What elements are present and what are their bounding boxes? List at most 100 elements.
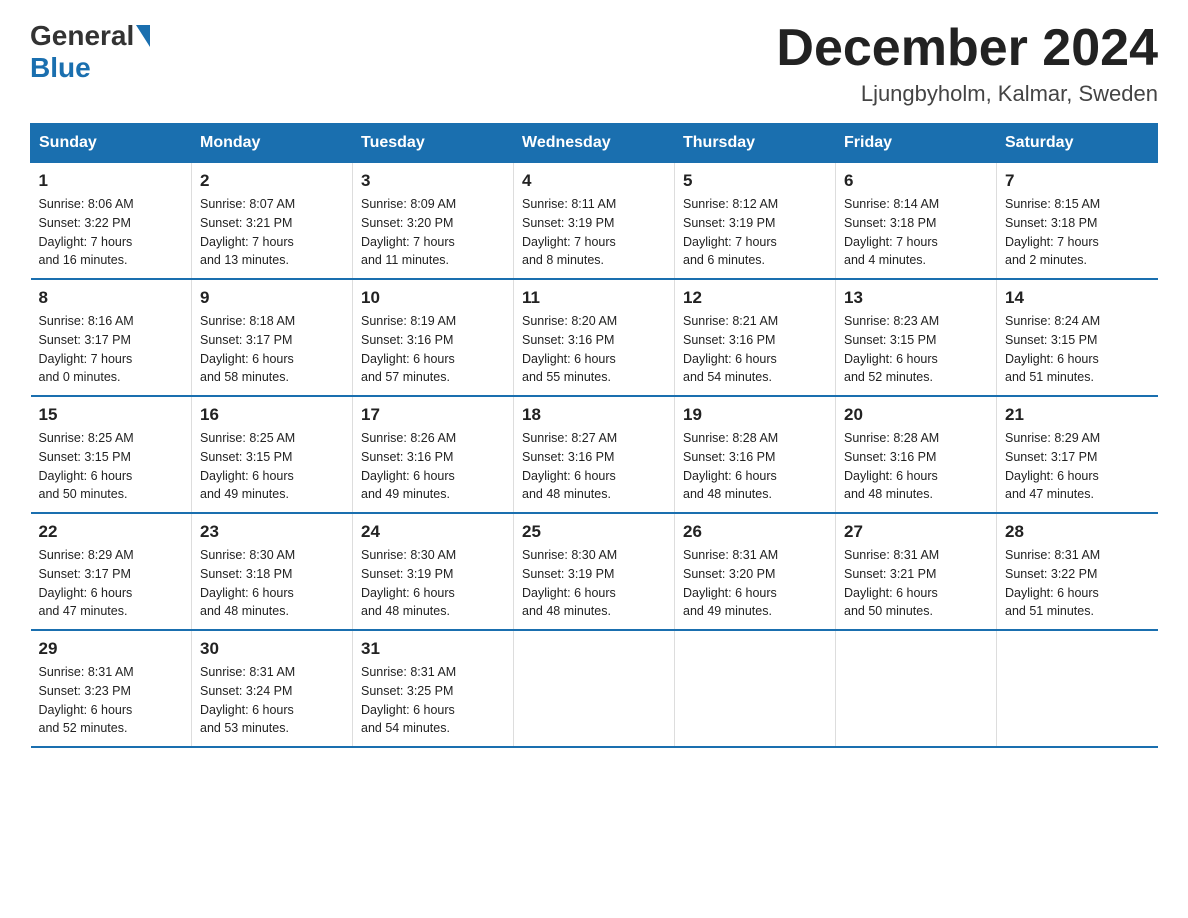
calendar-cell: [836, 630, 997, 747]
calendar-cell: 16 Sunrise: 8:25 AM Sunset: 3:15 PM Dayl…: [192, 396, 353, 513]
day-info: Sunrise: 8:16 AM Sunset: 3:17 PM Dayligh…: [39, 312, 184, 387]
logo-blue-text: Blue: [30, 52, 91, 84]
day-info: Sunrise: 8:31 AM Sunset: 3:24 PM Dayligh…: [200, 663, 344, 738]
calendar-cell: 14 Sunrise: 8:24 AM Sunset: 3:15 PM Dayl…: [997, 279, 1158, 396]
weekday-header-row: SundayMondayTuesdayWednesdayThursdayFrid…: [31, 124, 1158, 163]
day-number: 31: [361, 639, 505, 659]
day-info: Sunrise: 8:31 AM Sunset: 3:22 PM Dayligh…: [1005, 546, 1150, 621]
calendar-cell: 8 Sunrise: 8:16 AM Sunset: 3:17 PM Dayli…: [31, 279, 192, 396]
calendar-cell: 10 Sunrise: 8:19 AM Sunset: 3:16 PM Dayl…: [353, 279, 514, 396]
page-header: General Blue December 2024 Ljungbyholm, …: [30, 20, 1158, 107]
calendar-cell: 13 Sunrise: 8:23 AM Sunset: 3:15 PM Dayl…: [836, 279, 997, 396]
weekday-header-tuesday: Tuesday: [353, 124, 514, 163]
day-info: Sunrise: 8:28 AM Sunset: 3:16 PM Dayligh…: [683, 429, 827, 504]
location-subtitle: Ljungbyholm, Kalmar, Sweden: [776, 81, 1158, 107]
day-info: Sunrise: 8:30 AM Sunset: 3:19 PM Dayligh…: [522, 546, 666, 621]
calendar-cell: 25 Sunrise: 8:30 AM Sunset: 3:19 PM Dayl…: [514, 513, 675, 630]
day-number: 28: [1005, 522, 1150, 542]
weekday-header-saturday: Saturday: [997, 124, 1158, 163]
calendar-cell: 9 Sunrise: 8:18 AM Sunset: 3:17 PM Dayli…: [192, 279, 353, 396]
day-info: Sunrise: 8:24 AM Sunset: 3:15 PM Dayligh…: [1005, 312, 1150, 387]
calendar-cell: 20 Sunrise: 8:28 AM Sunset: 3:16 PM Dayl…: [836, 396, 997, 513]
day-info: Sunrise: 8:09 AM Sunset: 3:20 PM Dayligh…: [361, 195, 505, 270]
day-info: Sunrise: 8:18 AM Sunset: 3:17 PM Dayligh…: [200, 312, 344, 387]
day-number: 22: [39, 522, 184, 542]
calendar-cell: 17 Sunrise: 8:26 AM Sunset: 3:16 PM Dayl…: [353, 396, 514, 513]
calendar-cell: 27 Sunrise: 8:31 AM Sunset: 3:21 PM Dayl…: [836, 513, 997, 630]
day-number: 4: [522, 171, 666, 191]
week-row-4: 22 Sunrise: 8:29 AM Sunset: 3:17 PM Dayl…: [31, 513, 1158, 630]
day-number: 16: [200, 405, 344, 425]
weekday-header-friday: Friday: [836, 124, 997, 163]
calendar-cell: 12 Sunrise: 8:21 AM Sunset: 3:16 PM Dayl…: [675, 279, 836, 396]
calendar-cell: 21 Sunrise: 8:29 AM Sunset: 3:17 PM Dayl…: [997, 396, 1158, 513]
day-info: Sunrise: 8:30 AM Sunset: 3:18 PM Dayligh…: [200, 546, 344, 621]
day-info: Sunrise: 8:15 AM Sunset: 3:18 PM Dayligh…: [1005, 195, 1150, 270]
day-number: 26: [683, 522, 827, 542]
calendar-cell: 18 Sunrise: 8:27 AM Sunset: 3:16 PM Dayl…: [514, 396, 675, 513]
calendar-cell: 11 Sunrise: 8:20 AM Sunset: 3:16 PM Dayl…: [514, 279, 675, 396]
day-number: 6: [844, 171, 988, 191]
day-info: Sunrise: 8:07 AM Sunset: 3:21 PM Dayligh…: [200, 195, 344, 270]
logo-general-text: General: [30, 20, 134, 52]
calendar-cell: [997, 630, 1158, 747]
day-info: Sunrise: 8:28 AM Sunset: 3:16 PM Dayligh…: [844, 429, 988, 504]
week-row-5: 29 Sunrise: 8:31 AM Sunset: 3:23 PM Dayl…: [31, 630, 1158, 747]
day-number: 13: [844, 288, 988, 308]
calendar-cell: 24 Sunrise: 8:30 AM Sunset: 3:19 PM Dayl…: [353, 513, 514, 630]
day-number: 10: [361, 288, 505, 308]
calendar-cell: 19 Sunrise: 8:28 AM Sunset: 3:16 PM Dayl…: [675, 396, 836, 513]
logo: General Blue: [30, 20, 150, 84]
calendar-cell: 6 Sunrise: 8:14 AM Sunset: 3:18 PM Dayli…: [836, 163, 997, 280]
title-section: December 2024 Ljungbyholm, Kalmar, Swede…: [776, 20, 1158, 107]
day-number: 14: [1005, 288, 1150, 308]
day-info: Sunrise: 8:31 AM Sunset: 3:23 PM Dayligh…: [39, 663, 184, 738]
day-number: 3: [361, 171, 505, 191]
calendar-cell: 2 Sunrise: 8:07 AM Sunset: 3:21 PM Dayli…: [192, 163, 353, 280]
day-info: Sunrise: 8:26 AM Sunset: 3:16 PM Dayligh…: [361, 429, 505, 504]
day-number: 1: [39, 171, 184, 191]
day-number: 8: [39, 288, 184, 308]
day-info: Sunrise: 8:31 AM Sunset: 3:20 PM Dayligh…: [683, 546, 827, 621]
calendar-cell: 1 Sunrise: 8:06 AM Sunset: 3:22 PM Dayli…: [31, 163, 192, 280]
day-info: Sunrise: 8:21 AM Sunset: 3:16 PM Dayligh…: [683, 312, 827, 387]
day-number: 24: [361, 522, 505, 542]
day-number: 18: [522, 405, 666, 425]
day-number: 2: [200, 171, 344, 191]
calendar-cell: [514, 630, 675, 747]
day-info: Sunrise: 8:31 AM Sunset: 3:25 PM Dayligh…: [361, 663, 505, 738]
day-number: 7: [1005, 171, 1150, 191]
week-row-3: 15 Sunrise: 8:25 AM Sunset: 3:15 PM Dayl…: [31, 396, 1158, 513]
day-number: 15: [39, 405, 184, 425]
week-row-1: 1 Sunrise: 8:06 AM Sunset: 3:22 PM Dayli…: [31, 163, 1158, 280]
day-number: 9: [200, 288, 344, 308]
day-number: 12: [683, 288, 827, 308]
day-info: Sunrise: 8:12 AM Sunset: 3:19 PM Dayligh…: [683, 195, 827, 270]
month-title: December 2024: [776, 20, 1158, 77]
day-number: 17: [361, 405, 505, 425]
calendar-cell: 4 Sunrise: 8:11 AM Sunset: 3:19 PM Dayli…: [514, 163, 675, 280]
day-info: Sunrise: 8:11 AM Sunset: 3:19 PM Dayligh…: [522, 195, 666, 270]
calendar-cell: 29 Sunrise: 8:31 AM Sunset: 3:23 PM Dayl…: [31, 630, 192, 747]
day-number: 5: [683, 171, 827, 191]
week-row-2: 8 Sunrise: 8:16 AM Sunset: 3:17 PM Dayli…: [31, 279, 1158, 396]
calendar-cell: 22 Sunrise: 8:29 AM Sunset: 3:17 PM Dayl…: [31, 513, 192, 630]
day-info: Sunrise: 8:27 AM Sunset: 3:16 PM Dayligh…: [522, 429, 666, 504]
calendar-cell: 7 Sunrise: 8:15 AM Sunset: 3:18 PM Dayli…: [997, 163, 1158, 280]
day-info: Sunrise: 8:30 AM Sunset: 3:19 PM Dayligh…: [361, 546, 505, 621]
day-info: Sunrise: 8:06 AM Sunset: 3:22 PM Dayligh…: [39, 195, 184, 270]
calendar-cell: 5 Sunrise: 8:12 AM Sunset: 3:19 PM Dayli…: [675, 163, 836, 280]
day-info: Sunrise: 8:25 AM Sunset: 3:15 PM Dayligh…: [39, 429, 184, 504]
day-number: 25: [522, 522, 666, 542]
day-number: 19: [683, 405, 827, 425]
calendar-cell: 28 Sunrise: 8:31 AM Sunset: 3:22 PM Dayl…: [997, 513, 1158, 630]
calendar-cell: 3 Sunrise: 8:09 AM Sunset: 3:20 PM Dayli…: [353, 163, 514, 280]
day-info: Sunrise: 8:31 AM Sunset: 3:21 PM Dayligh…: [844, 546, 988, 621]
day-info: Sunrise: 8:19 AM Sunset: 3:16 PM Dayligh…: [361, 312, 505, 387]
calendar-cell: 31 Sunrise: 8:31 AM Sunset: 3:25 PM Dayl…: [353, 630, 514, 747]
weekday-header-wednesday: Wednesday: [514, 124, 675, 163]
day-number: 23: [200, 522, 344, 542]
day-info: Sunrise: 8:29 AM Sunset: 3:17 PM Dayligh…: [39, 546, 184, 621]
weekday-header-thursday: Thursday: [675, 124, 836, 163]
day-info: Sunrise: 8:23 AM Sunset: 3:15 PM Dayligh…: [844, 312, 988, 387]
